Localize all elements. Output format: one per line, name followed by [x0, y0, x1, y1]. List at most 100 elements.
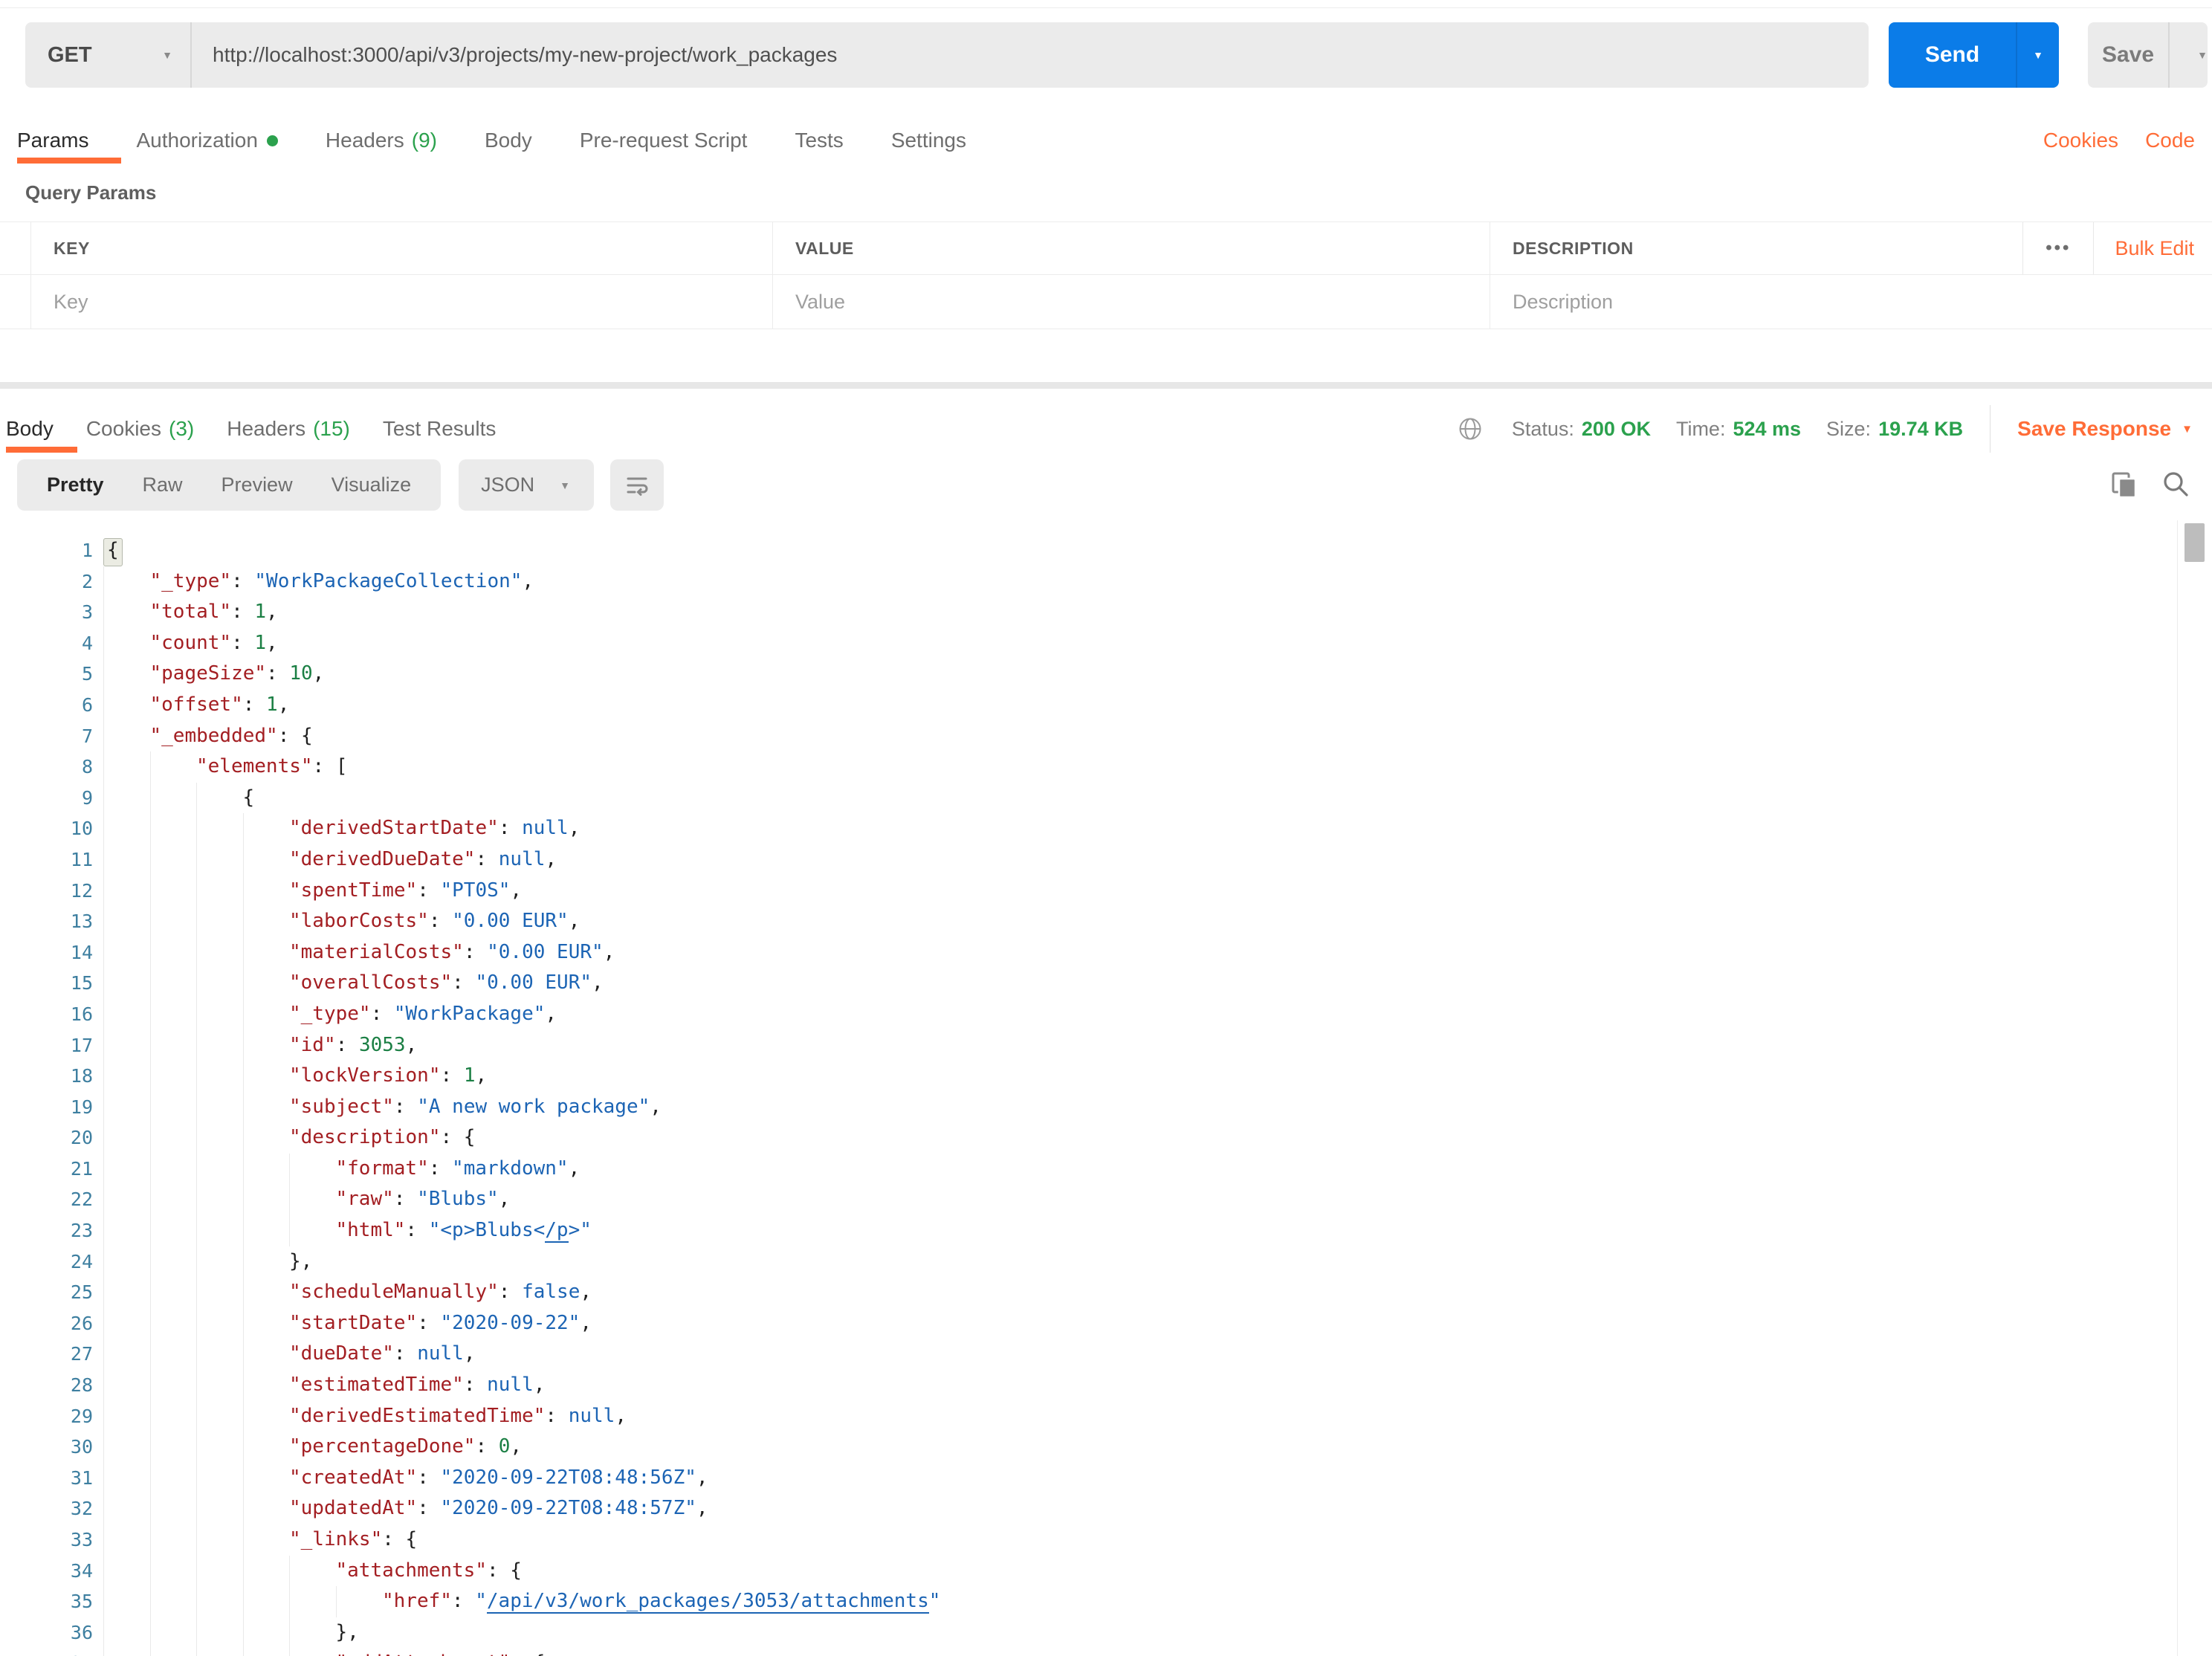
- indent-guide: [196, 1400, 243, 1432]
- save-options-button[interactable]: ▼: [2168, 22, 2208, 88]
- indent-guide: [149, 751, 197, 783]
- save-response-button[interactable]: Save Response ▼: [2017, 417, 2193, 441]
- size-label: Size:: [1826, 417, 1872, 440]
- view-preview[interactable]: Preview: [202, 459, 312, 511]
- code-link[interactable]: /api/v3/work_packages/3053/attachments: [486, 1590, 929, 1614]
- tab-body[interactable]: Body: [485, 119, 532, 162]
- response-body-viewer[interactable]: 1{2 "_type": "WorkPackageCollection", 3 "to…: [0, 529, 2177, 1656]
- line-number: 10: [70, 818, 93, 840]
- code-tokens: "id": 3053,: [289, 1030, 417, 1061]
- cookies-link[interactable]: Cookies: [2043, 129, 2118, 152]
- request-links: Cookies Code: [2043, 119, 2195, 162]
- language-select[interactable]: JSON ▼: [459, 459, 595, 511]
- indent-guide: [103, 937, 150, 968]
- tab-authorization[interactable]: Authorization: [136, 119, 278, 162]
- indent-guide: [242, 1432, 290, 1463]
- indent-guide: [103, 1029, 150, 1061]
- response-tab-cookies[interactable]: Cookies (3): [86, 405, 194, 453]
- indent-guide: [149, 875, 197, 907]
- tab-tests[interactable]: Tests: [795, 119, 843, 162]
- view-pretty[interactable]: Pretty: [28, 459, 123, 511]
- line-number: 7: [81, 725, 93, 747]
- search-button[interactable]: [2160, 469, 2193, 502]
- indent-guide: [149, 998, 197, 1030]
- wrap-text-button[interactable]: [610, 459, 664, 511]
- code-token: : [: [312, 755, 348, 778]
- code-token: :: [451, 1590, 476, 1613]
- code-token: "overallCosts": [289, 971, 453, 994]
- indent-guide: [103, 1339, 150, 1371]
- code-token: "2020-09-22T08:48:56Z": [440, 1466, 696, 1489]
- method-select[interactable]: GET ▼: [25, 22, 192, 88]
- param-key-input[interactable]: Key: [31, 275, 773, 329]
- url-input[interactable]: http://localhost:3000/api/v3/projects/my…: [192, 22, 1869, 88]
- tab-settings[interactable]: Settings: [891, 119, 966, 162]
- code-line: 29 "derivedEstimatedTime": null,: [0, 1400, 2177, 1432]
- code-tokens: "createdAt": "2020-09-22T08:48:56Z",: [289, 1463, 708, 1494]
- bulk-edit-button[interactable]: Bulk Edit: [2094, 237, 2212, 260]
- code-line-content: "href": "/api/v3/work_packages/3053/atta…: [103, 1586, 940, 1617]
- response-tab-test-results[interactable]: Test Results: [383, 405, 497, 453]
- code-line-content: "laborCosts": "0.00 EUR",: [103, 906, 580, 937]
- code-token: :: [498, 817, 523, 840]
- view-visualize[interactable]: Visualize: [312, 459, 431, 511]
- send-button-group: Send ▼: [1889, 22, 2059, 88]
- code-line-content: {: [103, 535, 123, 566]
- code-token: {: [242, 786, 255, 809]
- indent-guide: [103, 597, 150, 628]
- tab-label: Body: [484, 129, 532, 152]
- indent-guide: [149, 1277, 197, 1308]
- code-line-content: "pageSize": 10,: [103, 659, 324, 690]
- tab-pre-request-script[interactable]: Pre-request Script: [580, 119, 748, 162]
- tab-label: Authorization: [136, 129, 258, 152]
- code-line-content: },: [103, 1246, 312, 1278]
- code-tokens: },: [289, 1246, 312, 1278]
- response-tabs: Body Cookies (3) Headers (15) Test Results: [6, 405, 496, 453]
- code-tokens: "_links": {: [289, 1524, 417, 1556]
- copy-button[interactable]: [2108, 469, 2141, 502]
- code-tokens: "percentageDone": 0,: [289, 1432, 522, 1463]
- code-token: :: [452, 971, 476, 994]
- status-label: Status:: [1511, 417, 1574, 440]
- line-number: 36: [70, 1621, 93, 1643]
- tab-label: Cookies: [85, 417, 161, 440]
- code-token: "2020-09-22": [440, 1311, 581, 1334]
- chevron-down-icon: ▼: [2033, 49, 2043, 61]
- tab-params[interactable]: Params: [17, 119, 123, 164]
- code-line: 34 "attachments": {: [0, 1555, 2177, 1587]
- indent-guide: [196, 1617, 243, 1649]
- indent-guide: [242, 1246, 290, 1278]
- code-token: : {: [277, 724, 313, 747]
- line-number: 35: [70, 1591, 93, 1613]
- line-number: 25: [70, 1281, 93, 1304]
- indent-guide: [103, 1586, 150, 1617]
- params-menu-button[interactable]: •••: [2022, 222, 2095, 274]
- param-value-input[interactable]: Value: [773, 275, 1490, 329]
- indent-guide: [103, 1648, 150, 1656]
- code-link[interactable]: /p: [545, 1219, 569, 1243]
- code-token: :: [545, 1404, 569, 1427]
- save-button[interactable]: Save: [2088, 22, 2168, 88]
- indent-guide: [103, 1091, 150, 1123]
- url-value: http://localhost:3000/api/v3/projects/my…: [213, 43, 838, 66]
- response-tab-body[interactable]: Body: [6, 405, 77, 453]
- send-button[interactable]: Send: [1889, 22, 2016, 88]
- response-tab-headers[interactable]: Headers (15): [227, 405, 350, 453]
- indent-guide: [103, 1277, 150, 1308]
- line-number: 8: [81, 756, 93, 778]
- indent-guide: [103, 998, 150, 1030]
- tab-label: Tests: [795, 129, 844, 152]
- line-number: 14: [70, 941, 93, 963]
- param-description-input[interactable]: Description: [1490, 275, 2212, 329]
- indent-guide: [242, 1339, 290, 1371]
- meta-divider: [1990, 405, 1991, 453]
- scrollbar-thumb[interactable]: [2184, 523, 2205, 562]
- tab-headers[interactable]: Headers (9): [326, 119, 437, 162]
- send-options-button[interactable]: ▼: [2016, 22, 2059, 88]
- view-raw[interactable]: Raw: [123, 459, 202, 511]
- code-link[interactable]: Code: [2145, 129, 2195, 152]
- code-line-content: "estimatedTime": null,: [103, 1370, 545, 1401]
- line-number: 4: [81, 632, 93, 654]
- code-token: ,: [312, 662, 325, 685]
- indent-guide: [149, 1648, 197, 1656]
